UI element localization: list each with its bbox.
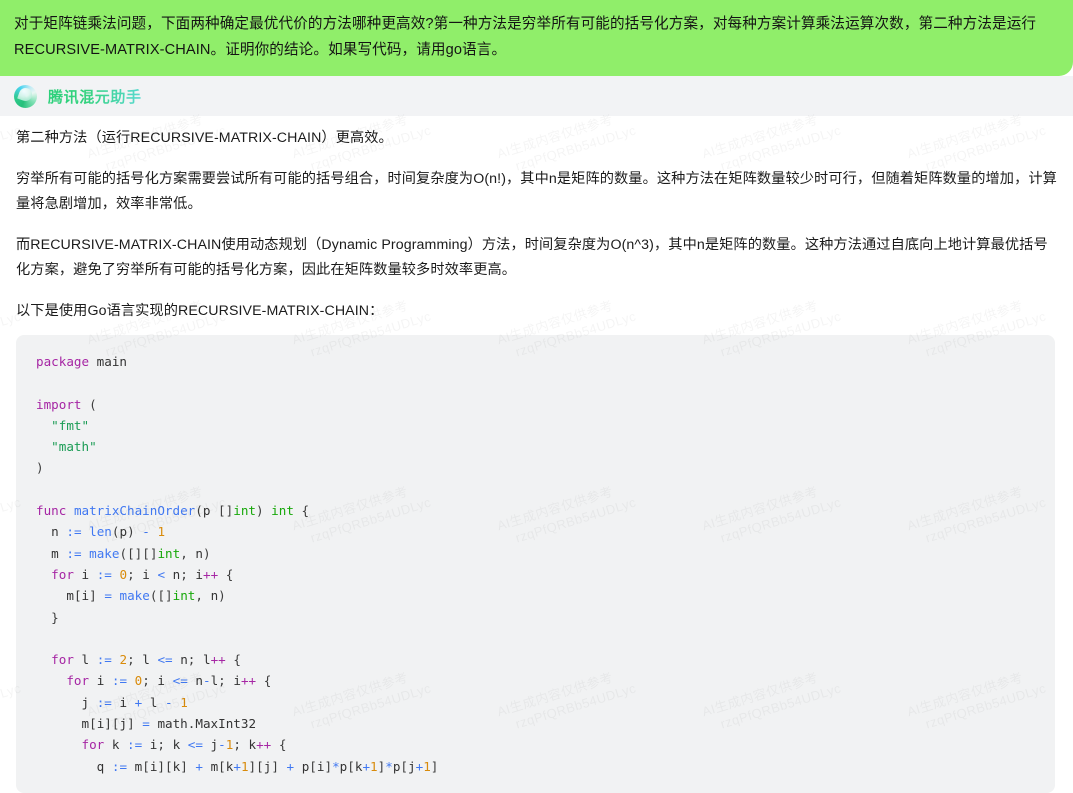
answer-paragraph: 而RECURSIVE-MATRIX-CHAIN使用动态规划（Dynamic Pr… xyxy=(16,237,1048,278)
assistant-name-label: 腾讯混元助手 xyxy=(48,86,142,107)
code-block[interactable]: package main import ( "fmt" "math" ) fun… xyxy=(16,335,1055,793)
hunyuan-logo-icon xyxy=(14,84,37,108)
answer-paragraph: 以下是使用Go语言实现的RECURSIVE-MATRIX-CHAIN： xyxy=(16,303,384,319)
answer-paragraph: 穷举所有可能的括号化方案需要尝试所有可能的括号组合，时间复杂度为O(n!)，其中… xyxy=(16,171,1057,212)
assistant-answer-body: 第二种方法（运行RECURSIVE-MATRIX-CHAIN）更高效。 穷举所有… xyxy=(0,116,1073,324)
answer-paragraph: 第二种方法（运行RECURSIVE-MATRIX-CHAIN）更高效。 xyxy=(16,130,393,146)
assistant-header: 腾讯混元助手 xyxy=(0,76,1073,116)
user-message-bubble: 对于矩阵链乘法问题，下面两种确定最优代价的方法哪种更高效?第一种方法是穷举所有可… xyxy=(0,0,1073,76)
user-message-text: 对于矩阵链乘法问题，下面两种确定最优代价的方法哪种更高效?第一种方法是穷举所有可… xyxy=(14,16,1037,58)
code-content[interactable]: package main import ( "fmt" "math" ) fun… xyxy=(16,351,1055,777)
